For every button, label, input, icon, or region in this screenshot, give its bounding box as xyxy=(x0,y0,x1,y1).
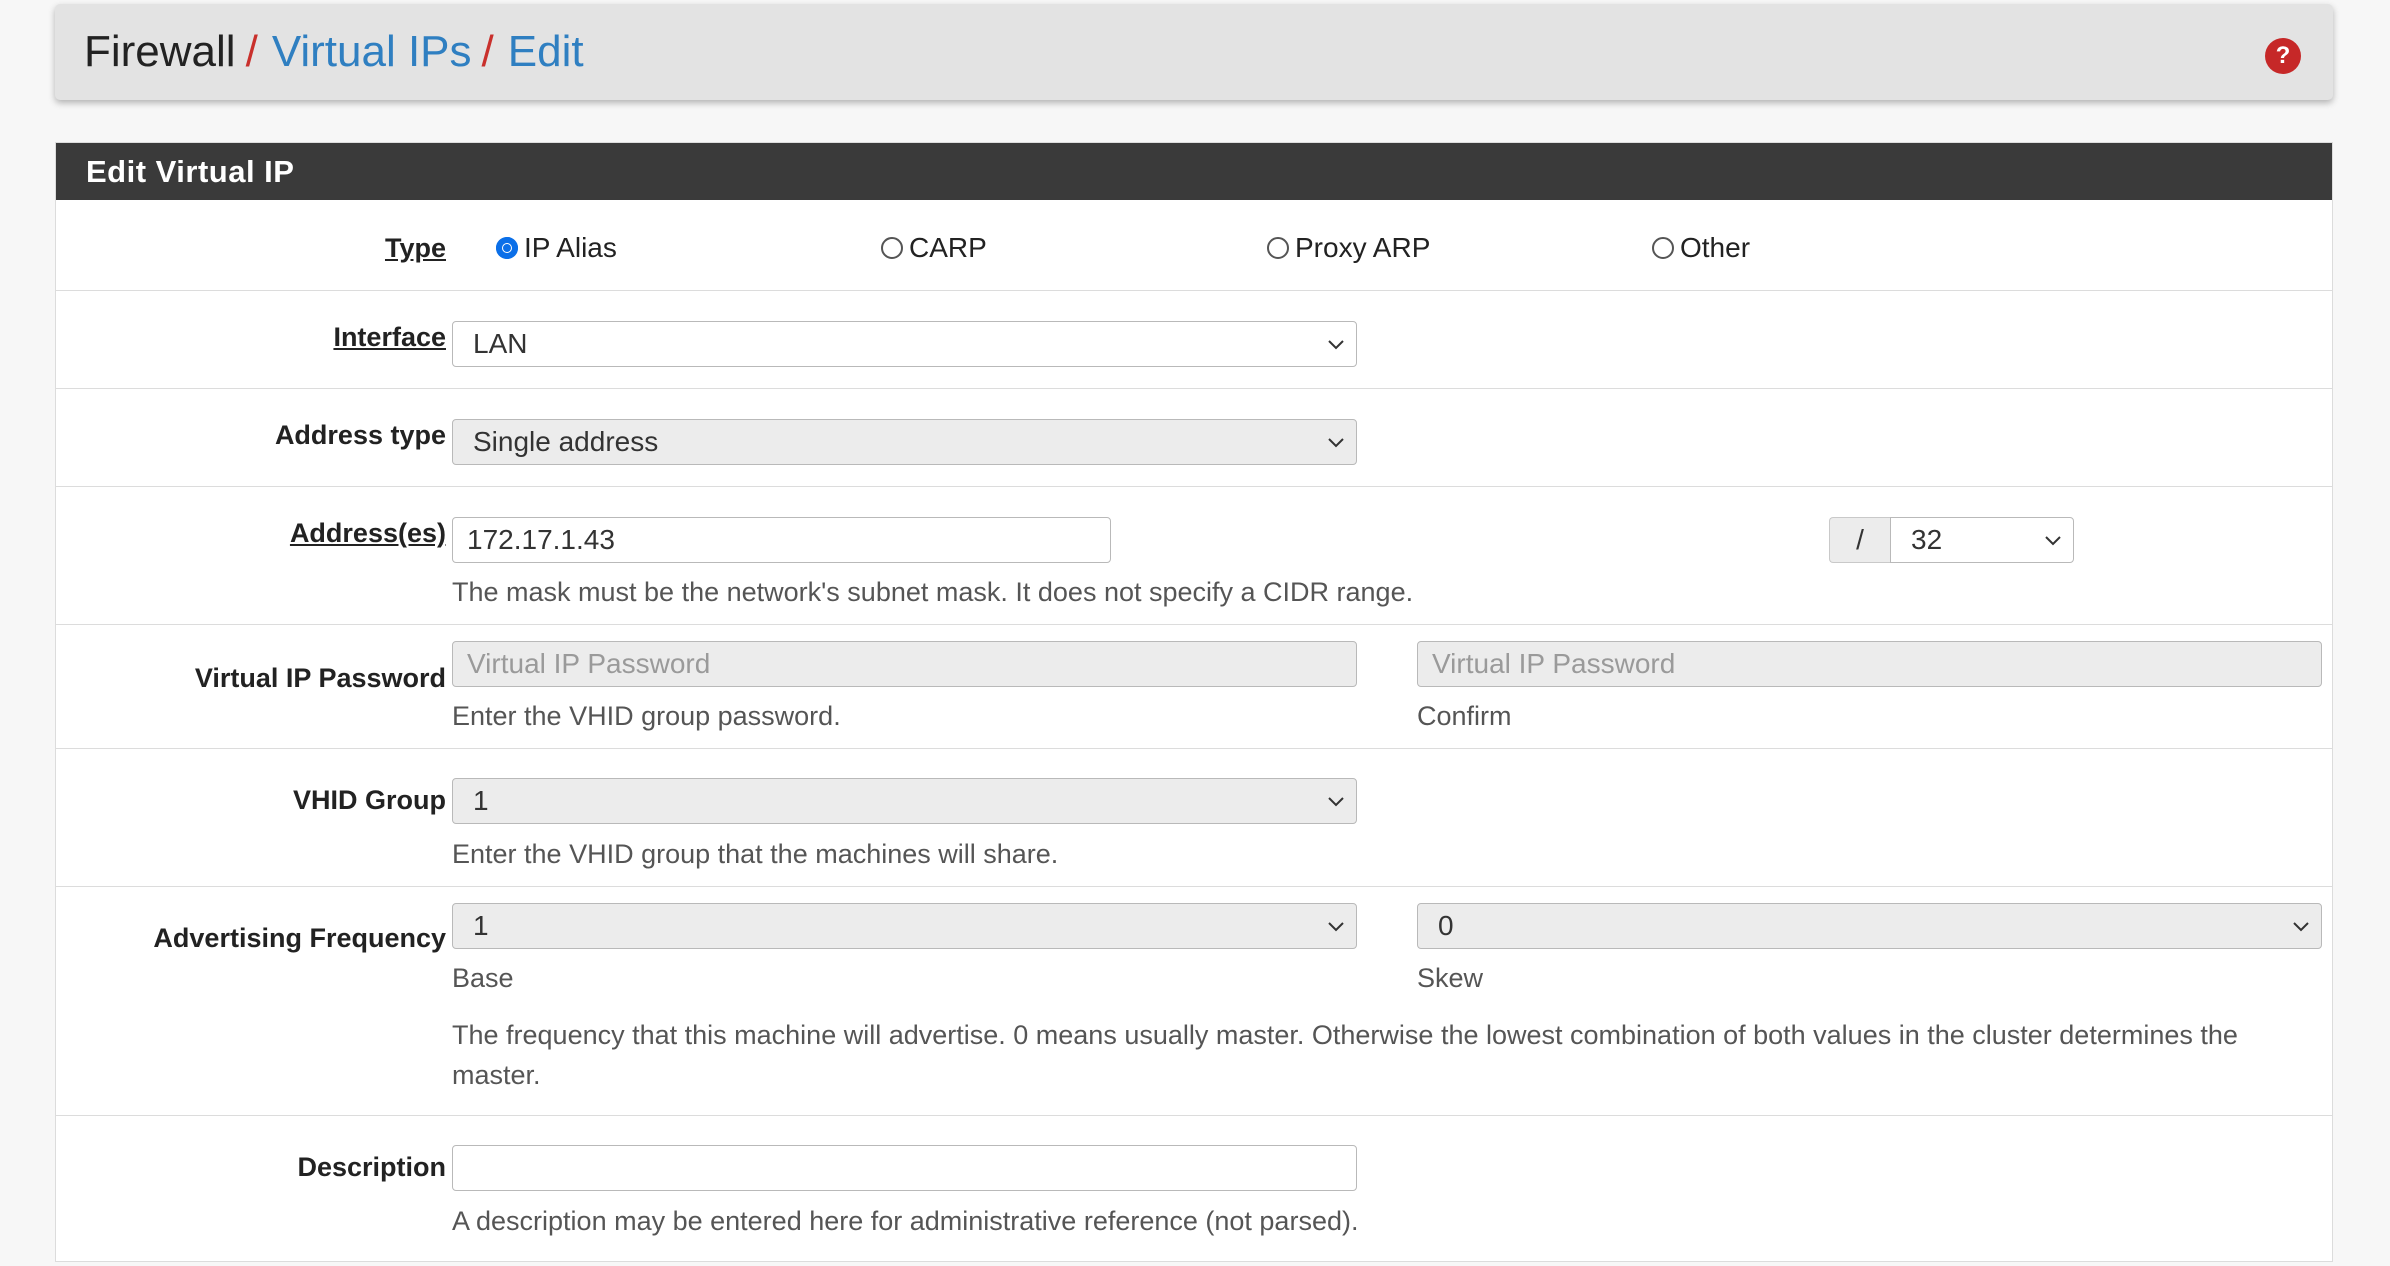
vip-password-help: Enter the VHID group password. xyxy=(452,701,841,731)
radio-proxy-arp-label: Proxy ARP xyxy=(1295,232,1431,263)
address-type-row: Address type Single address xyxy=(56,389,2332,487)
description-help: A description may be entered here for ad… xyxy=(452,1206,1359,1236)
breadcrumb: Firewall / Virtual IPs / Edit xyxy=(84,4,584,100)
chevron-down-icon xyxy=(2293,922,2309,932)
breadcrumb-virtual-ips-link[interactable]: Virtual IPs xyxy=(272,27,472,77)
radio-other-button[interactable] xyxy=(1652,237,1674,259)
chevron-down-icon xyxy=(1328,922,1344,932)
vip-password-confirm-input[interactable]: Virtual IP Password xyxy=(1417,641,2322,687)
description-label: Description xyxy=(297,1152,446,1182)
radio-carp[interactable]: CARP xyxy=(881,232,987,264)
type-row: Type IP Alias CARP Proxy ARP Other xyxy=(56,200,2332,291)
interface-row: Interface LAN xyxy=(56,291,2332,389)
addresses-row: Address(es) 172.17.1.43 / 32 The mask mu… xyxy=(56,487,2332,625)
advertising-base-select[interactable]: 1 xyxy=(452,903,1357,949)
radio-carp-label: CARP xyxy=(909,232,987,263)
address-type-select[interactable]: Single address xyxy=(452,419,1357,465)
description-row: Description A description may be entered… xyxy=(56,1116,2332,1266)
interface-label[interactable]: Interface xyxy=(333,322,446,353)
advertising-base-value: 1 xyxy=(473,910,489,941)
breadcrumb-separator: / xyxy=(481,27,494,76)
vip-password-row: Virtual IP Password Virtual IP Password … xyxy=(56,625,2332,749)
radio-other[interactable]: Other xyxy=(1652,232,1750,264)
radio-ip-alias-label: IP Alias xyxy=(524,232,617,263)
advertising-skew-help: Skew xyxy=(1417,963,1484,993)
breadcrumb-bar: Firewall / Virtual IPs / Edit ? xyxy=(55,4,2333,100)
vhid-group-row: VHID Group 1 Enter the VHID group that t… xyxy=(56,749,2332,887)
edit-virtual-ip-panel: Edit Virtual IP Type IP Alias CARP Proxy… xyxy=(55,142,2333,1262)
chevron-down-icon xyxy=(1328,438,1344,448)
breadcrumb-separator: / xyxy=(245,27,258,76)
addresses-label[interactable]: Address(es) xyxy=(290,518,446,549)
radio-proxy-arp[interactable]: Proxy ARP xyxy=(1267,232,1430,264)
vhid-group-select-value: 1 xyxy=(473,785,489,816)
radio-ip-alias-button[interactable] xyxy=(496,237,518,259)
interface-select[interactable]: LAN xyxy=(452,321,1357,367)
advertising-frequency-label: Advertising Frequency xyxy=(153,923,446,953)
advertising-frequency-row: Advertising Frequency 1 Base 0 Skew The … xyxy=(56,887,2332,1116)
vhid-group-help: Enter the VHID group that the machines w… xyxy=(452,839,1059,869)
mask-separator: / xyxy=(1829,517,1890,563)
vip-password-label: Virtual IP Password xyxy=(194,663,446,693)
vhid-group-label: VHID Group xyxy=(293,785,446,815)
vhid-group-select[interactable]: 1 xyxy=(452,778,1357,824)
chevron-down-icon xyxy=(2045,536,2061,546)
advertising-skew-select[interactable]: 0 xyxy=(1417,903,2322,949)
breadcrumb-edit-link[interactable]: Edit xyxy=(508,27,584,77)
advertising-skew-value: 0 xyxy=(1438,910,1454,941)
interface-select-value: LAN xyxy=(473,328,528,359)
addresses-help: The mask must be the network's subnet ma… xyxy=(452,577,1414,607)
chevron-down-icon xyxy=(1328,340,1344,350)
panel-title: Edit Virtual IP xyxy=(56,143,2332,200)
address-type-label: Address type xyxy=(274,420,446,450)
radio-carp-button[interactable] xyxy=(881,237,903,259)
radio-other-label: Other xyxy=(1680,232,1751,263)
mask-select[interactable]: 32 xyxy=(1890,517,2074,563)
address-type-select-value: Single address xyxy=(473,426,659,457)
radio-proxy-arp-button[interactable] xyxy=(1267,237,1289,259)
advertising-frequency-help: The frequency that this machine will adv… xyxy=(452,1020,2238,1090)
description-input[interactable] xyxy=(452,1145,1357,1191)
vip-password-confirm-help: Confirm xyxy=(1417,701,1512,731)
address-input[interactable]: 172.17.1.43 xyxy=(452,517,1111,563)
help-icon[interactable]: ? xyxy=(2265,38,2301,74)
advertising-base-help: Base xyxy=(452,963,514,993)
vip-password-input[interactable]: Virtual IP Password xyxy=(452,641,1357,687)
breadcrumb-firewall: Firewall xyxy=(84,27,236,76)
radio-ip-alias[interactable]: IP Alias xyxy=(496,232,617,264)
chevron-down-icon xyxy=(1328,797,1344,807)
mask-select-value: 32 xyxy=(1911,524,1943,555)
type-label[interactable]: Type xyxy=(385,233,446,264)
